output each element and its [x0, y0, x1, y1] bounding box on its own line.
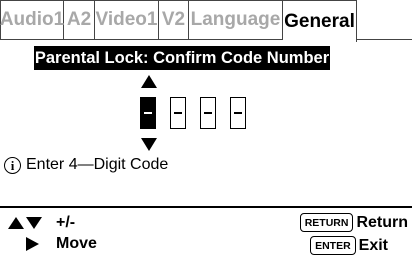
adjust-label: +/-	[56, 214, 76, 231]
return-hint: RETURN Return	[299, 213, 408, 232]
move-hint: Move	[8, 235, 97, 253]
info-icon: i	[4, 156, 21, 174]
move-label: Move	[56, 235, 97, 252]
code-digit-1[interactable]	[140, 97, 156, 129]
right-arrow-icon	[26, 237, 39, 251]
return-label: Return	[356, 213, 408, 231]
tab-a2[interactable]: A2	[64, 0, 95, 40]
arrow-down-icon	[141, 138, 157, 151]
panel-heading: Parental Lock: Confirm Code Number	[34, 46, 330, 70]
enter-key[interactable]: ENTER	[310, 236, 356, 255]
up-down-arrows-icon	[8, 217, 42, 229]
exit-hint: ENTER Exit	[310, 236, 388, 255]
tab-v2[interactable]: V2	[159, 0, 189, 40]
footer-bar: +/- Move RETURN Return ENTER Exit	[0, 208, 412, 260]
info-message: i Enter 4—Digit Code	[4, 156, 168, 174]
tab-bar-filler	[357, 0, 412, 40]
tab-video1[interactable]: Video1	[95, 0, 159, 40]
tab-audio1[interactable]: Audio1	[0, 0, 64, 40]
info-text: Enter 4—Digit Code	[26, 156, 169, 173]
tab-language[interactable]: Language	[189, 0, 283, 40]
dvd-setup-screen: Audio1 A2 Video1 V2 Language General Par…	[0, 0, 412, 260]
code-digit-4[interactable]	[230, 97, 246, 129]
code-entry	[140, 97, 246, 129]
exit-label: Exit	[358, 236, 388, 254]
code-digit-3[interactable]	[200, 97, 216, 129]
tab-general[interactable]: General	[283, 0, 357, 42]
arrow-up-icon	[141, 75, 157, 88]
return-key[interactable]: RETURN	[299, 213, 354, 232]
settings-panel: Parental Lock: Confirm Code Number i Ent…	[0, 40, 412, 208]
adjust-hint: +/-	[8, 214, 75, 232]
tab-bar: Audio1 A2 Video1 V2 Language General	[0, 0, 412, 42]
code-digit-2[interactable]	[170, 97, 186, 129]
